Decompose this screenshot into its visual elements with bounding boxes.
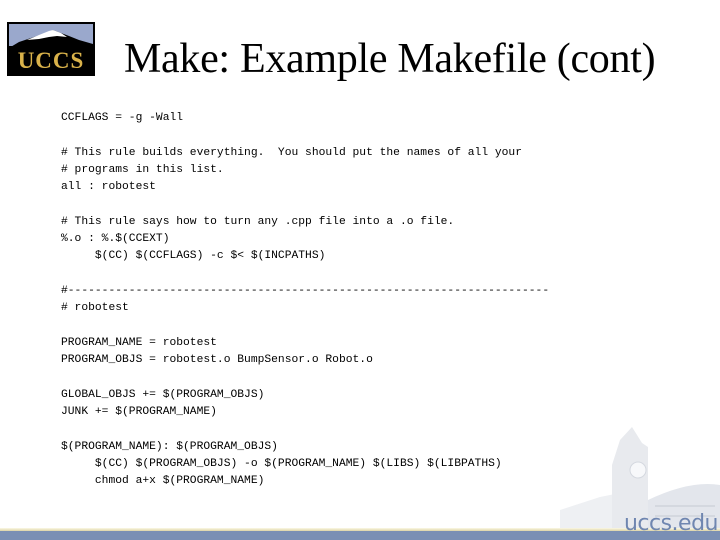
code-line: GLOBAL_OBJS += $(PROGRAM_OBJS) — [61, 388, 265, 401]
code-line: #---------------------------------------… — [61, 284, 550, 297]
code-line: PROGRAM_NAME = robotest — [61, 336, 217, 349]
code-line: CCFLAGS = -g -Wall — [61, 112, 184, 124]
mountain-icon — [9, 30, 93, 48]
slide-title: Make: Example Makefile (cont) — [124, 36, 656, 82]
footer-bar — [0, 531, 720, 540]
code-line: # This rule builds everything. You shoul… — [61, 146, 522, 159]
code-line: all : robotest — [61, 181, 156, 194]
code-line: $(CC) $(PROGRAM_OBJS) -o $(PROGRAM_NAME)… — [61, 457, 502, 470]
footer-url: uccs.edu — [623, 511, 719, 536]
code-line: $(CC) $(CCFLAGS) -c $< $(INCPATHS) — [61, 250, 326, 263]
code-line: # programs in this list. — [61, 163, 224, 176]
logo-text: UCCS — [17, 48, 85, 73]
code-line: chmod a+x $(PROGRAM_NAME) — [61, 475, 265, 488]
code-line: $(PROGRAM_NAME): $(PROGRAM_OBJS) — [61, 440, 278, 453]
code-line: # robotest — [61, 302, 129, 315]
makefile-code-block: CCFLAGS = -g -Wall # This rule builds eve… — [61, 110, 549, 491]
code-line: PROGRAM_OBJS = robotest.o BumpSensor.o R… — [61, 354, 373, 367]
code-line: JUNK += $(PROGRAM_NAME) — [61, 406, 217, 419]
code-line: # This rule says how to turn any .cpp fi… — [61, 215, 455, 228]
uccs-logo: UCCS — [7, 22, 95, 76]
code-line: %.o : %.$(CCEXT) — [61, 233, 170, 246]
